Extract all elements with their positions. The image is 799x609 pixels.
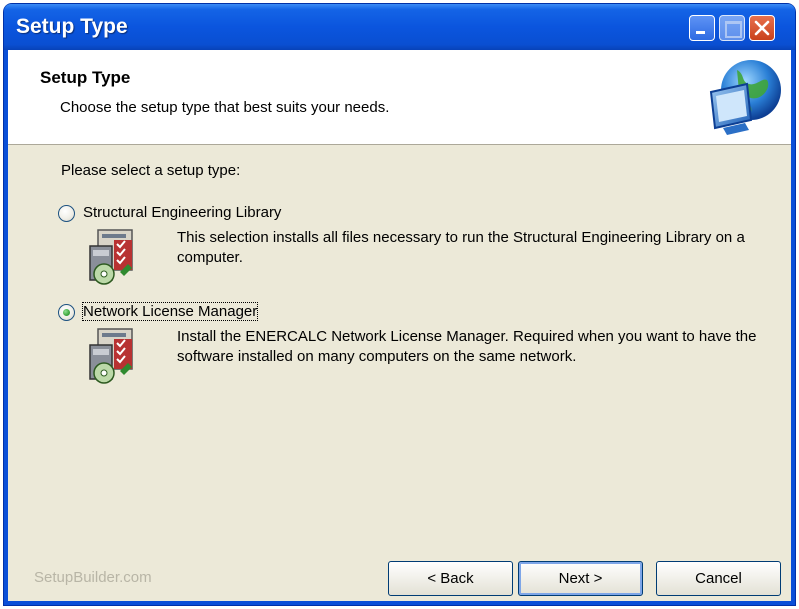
minimize-button[interactable] <box>689 15 715 41</box>
option-description: Install the ENERCALC Network License Man… <box>177 328 757 365</box>
install-package-icon <box>84 228 144 291</box>
close-button[interactable] <box>749 15 775 41</box>
radio-structural-engineering-library[interactable] <box>58 205 75 222</box>
setupbuilder-brand: SetupBuilder.com <box>34 569 152 586</box>
header-subtitle: Choose the setup type that best suits yo… <box>60 99 390 116</box>
radio-network-license-manager[interactable] <box>58 304 75 321</box>
window-title: Setup Type <box>16 15 128 38</box>
computer-globe-icon <box>701 56 783 143</box>
title-bar[interactable]: Setup Type <box>4 4 795 50</box>
option-label[interactable]: Network License Manager <box>81 302 259 321</box>
header-panel: Setup Type Choose the setup type that be… <box>8 50 791 145</box>
option-description: This selection installs all files necess… <box>177 229 745 266</box>
setup-window: Setup Type Setup Type Choose the setup t… <box>4 4 795 605</box>
close-icon <box>754 20 770 36</box>
option-label[interactable]: Structural Engineering Library <box>83 204 281 221</box>
maximize-button <box>719 15 745 41</box>
dialog-client: Setup Type Choose the setup type that be… <box>8 50 791 601</box>
back-button[interactable]: < Back <box>388 561 513 596</box>
next-button[interactable]: Next > <box>518 561 643 596</box>
setup-type-prompt: Please select a setup type: <box>61 162 241 179</box>
cancel-button[interactable]: Cancel <box>656 561 781 596</box>
header-title: Setup Type <box>40 68 131 87</box>
install-package-icon <box>84 327 144 390</box>
